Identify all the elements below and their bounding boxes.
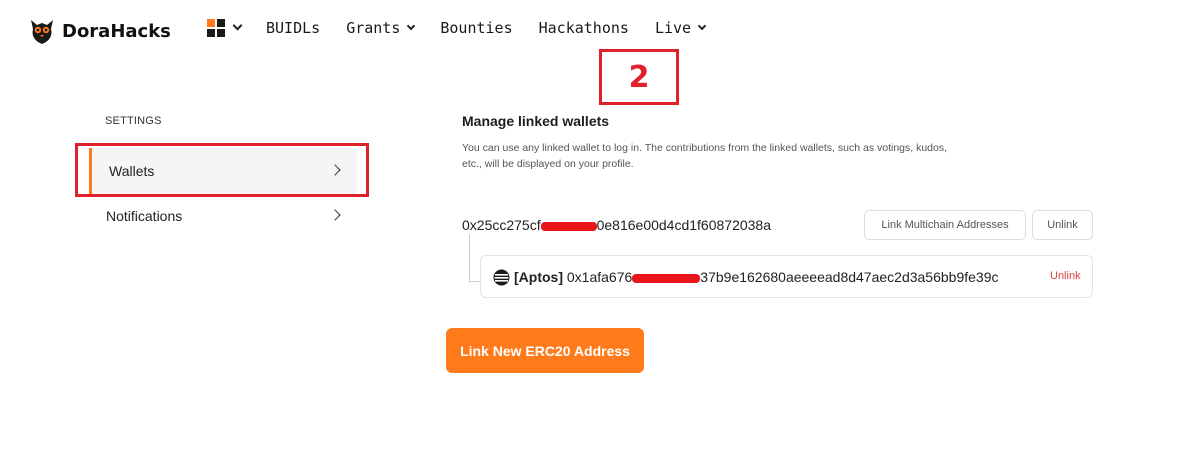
wallet-address-start: 0x25cc275cf: [462, 217, 541, 233]
chevron-down-icon: [697, 21, 707, 30]
nav-hackathons[interactable]: Hackathons: [539, 19, 629, 37]
chevron-right-icon: [329, 209, 341, 221]
sidebar-item-notifications[interactable]: Notifications: [89, 193, 357, 239]
tree-connector: [469, 234, 470, 282]
nav-buidls[interactable]: BUIDLs: [266, 19, 320, 37]
nav-bounties[interactable]: Bounties: [440, 19, 512, 37]
wallet-address-end: 0e816e00d4cd1f60872038a: [596, 217, 772, 233]
redaction-mark: [540, 221, 597, 231]
linked-address-start: 0x1afa676: [566, 269, 633, 285]
wallet-address: 0x25cc275cf 0e816e00d4cd1f60872038a: [462, 217, 771, 233]
nav-live[interactable]: Live: [654, 19, 707, 37]
nav-grants[interactable]: Grants: [346, 19, 416, 37]
linked-wallet-address: [Aptos] 0x1afa676 37b9e162680aeeeead8d47a…: [514, 269, 1029, 285]
chevron-down-icon: [407, 21, 416, 30]
linked-wallet-card: [Aptos] 0x1afa676 37b9e162680aeeeead8d47a…: [480, 255, 1093, 298]
page-title: Manage linked wallets: [462, 113, 610, 129]
nav-buidls-label: BUIDLs: [266, 19, 321, 37]
redaction-mark: [632, 273, 701, 283]
apps-grid-icon: [207, 19, 225, 37]
nav-grants-label: Grants: [346, 19, 401, 37]
nav-bounties-label: Bounties: [440, 19, 513, 37]
logo-text: DoraHacks: [62, 20, 171, 42]
link-new-erc20-button[interactable]: Link New ERC20 Address: [446, 328, 644, 373]
annotation-step-box: 2: [599, 49, 679, 105]
chevron-down-icon: [232, 20, 243, 31]
link-multichain-button[interactable]: Link Multichain Addresses: [864, 210, 1026, 240]
page-description: You can use any linked wallet to log in.…: [462, 142, 948, 170]
main-nav: BUIDLs Grants Bounties Hackathons Live: [207, 19, 731, 37]
dorahacks-owl-icon: [31, 20, 53, 44]
unlink-linked-button[interactable]: Unlink: [1050, 270, 1081, 282]
annotation-step-number: 2: [628, 59, 650, 95]
nav-live-label: Live: [654, 19, 692, 37]
sidebar-section-label: SETTINGS: [105, 115, 162, 127]
unlink-button[interactable]: Unlink: [1032, 210, 1093, 240]
annotation-highlight-box: [75, 143, 369, 197]
linked-address-end: 37b9e162680aeeeead8d47aec2d3a56bb9fe39c: [700, 269, 999, 285]
chain-tag: [Aptos]: [514, 269, 563, 285]
sidebar-item-label: Notifications: [106, 208, 183, 224]
logo[interactable]: DoraHacks: [28, 17, 171, 45]
aptos-icon: [493, 269, 510, 286]
apps-menu[interactable]: [207, 19, 243, 37]
nav-hackathons-label: Hackathons: [538, 19, 629, 37]
